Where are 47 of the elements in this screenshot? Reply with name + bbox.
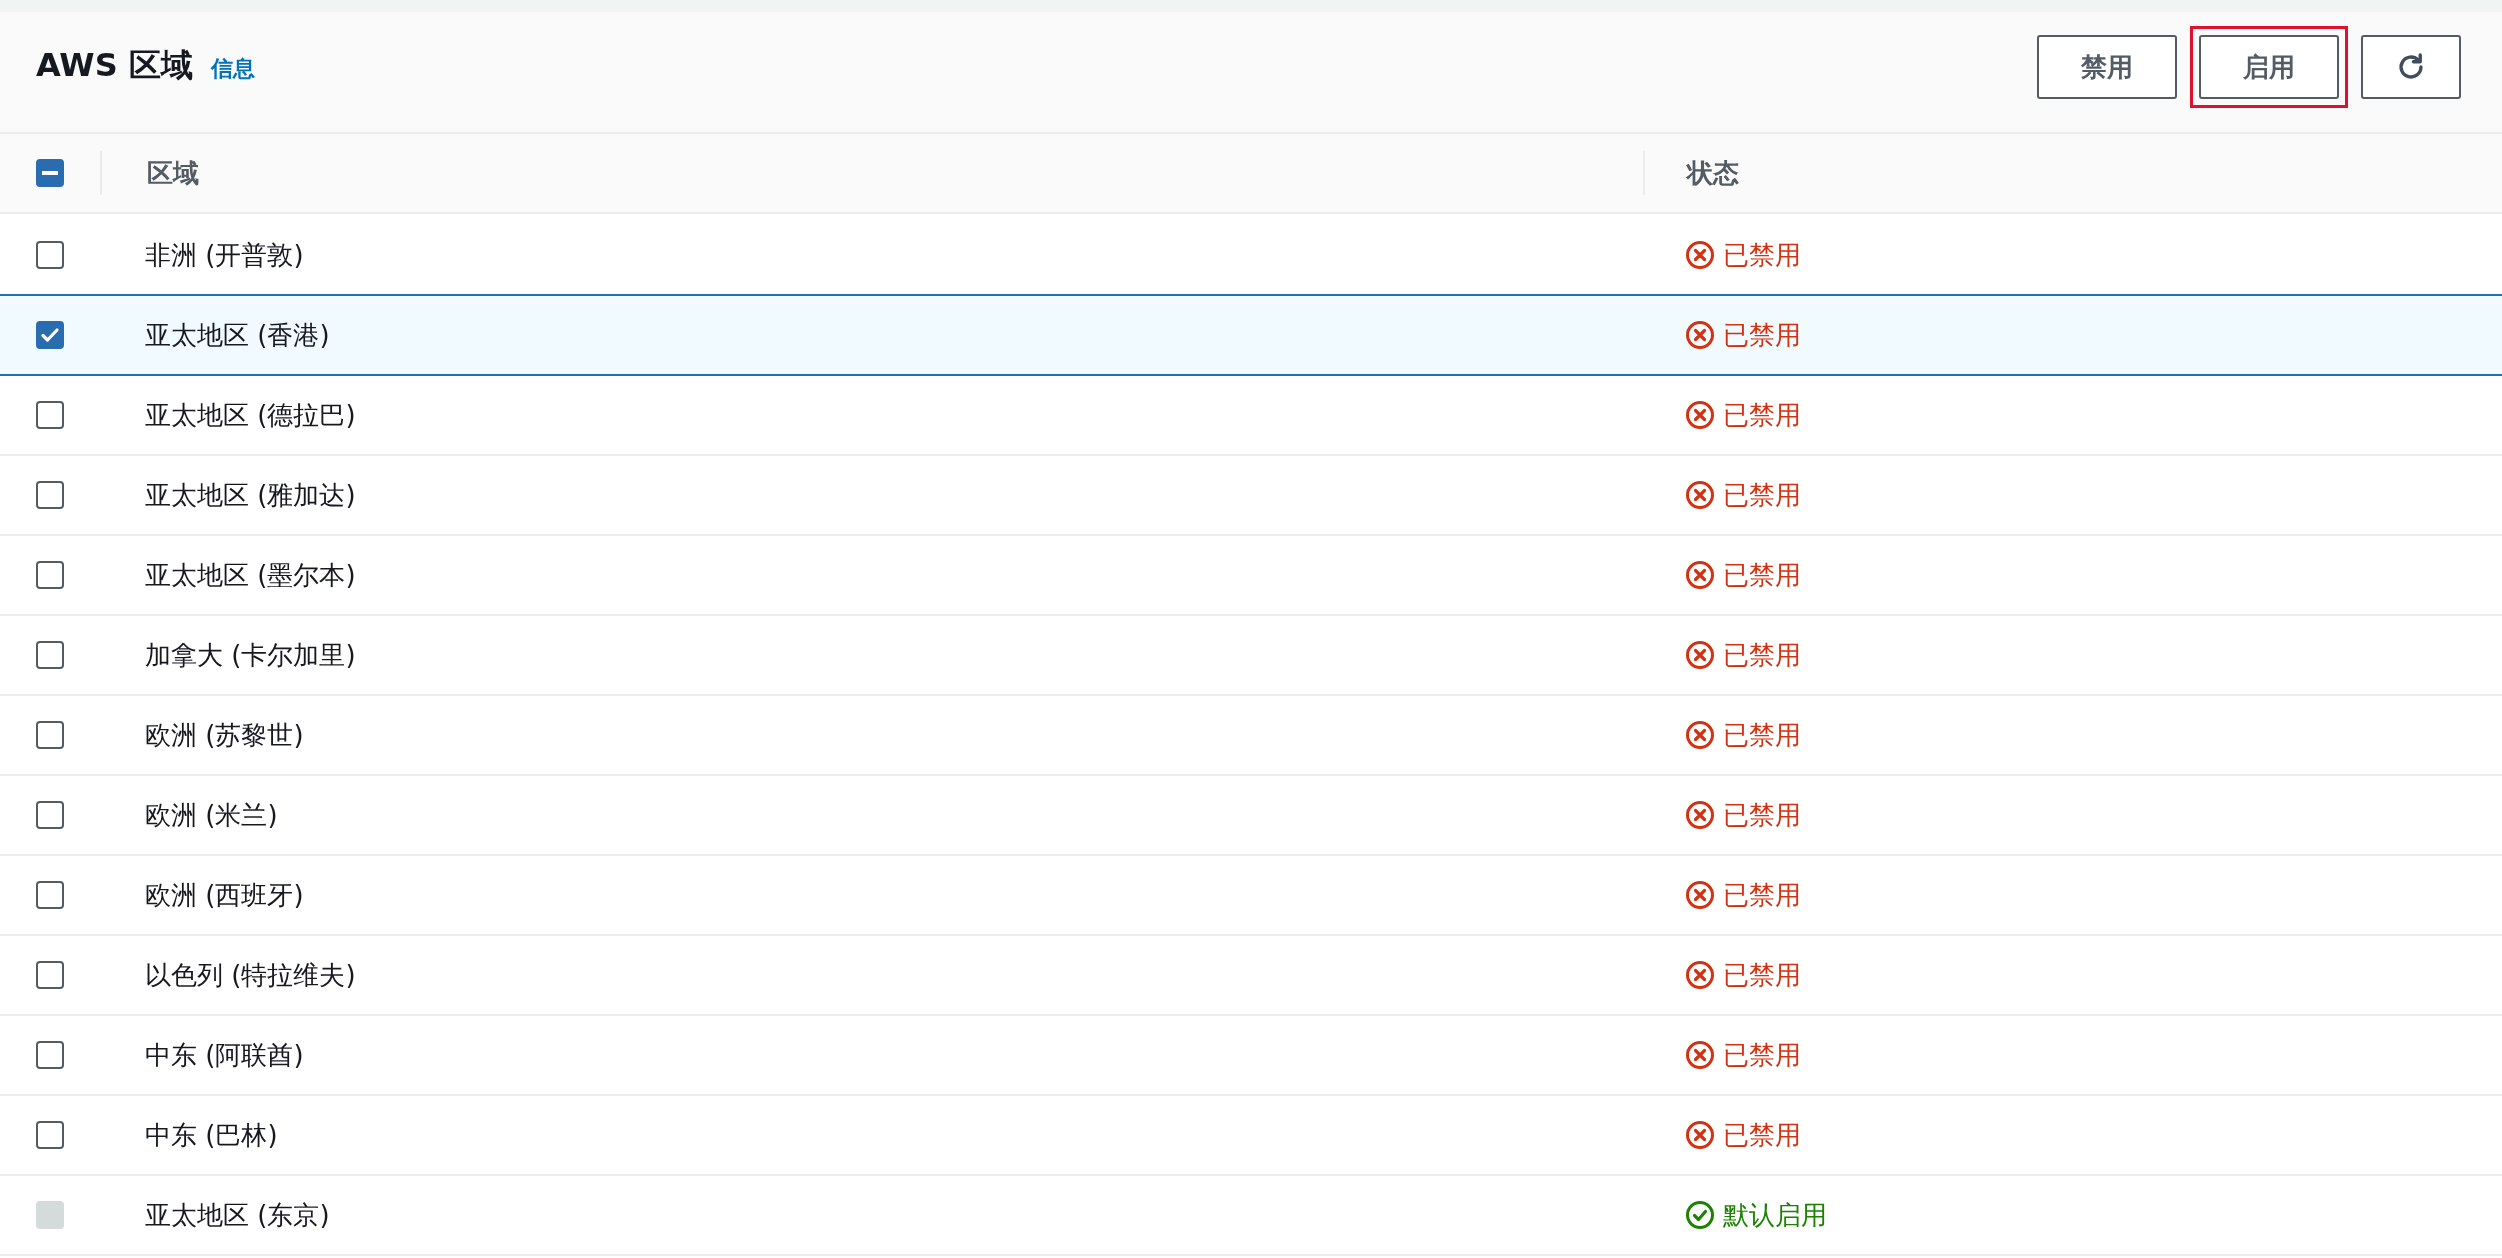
status-text: 已禁用 xyxy=(1723,398,1801,432)
refresh-button[interactable] xyxy=(2361,35,2461,99)
action-button[interactable]: 启用 xyxy=(2199,35,2339,99)
status-text: 已禁用 xyxy=(1723,558,1801,592)
region-name: 以色列 (特拉维夫) xyxy=(145,959,356,990)
row-checkbox[interactable] xyxy=(36,1121,64,1149)
action-button[interactable]: 禁用 xyxy=(2037,35,2177,99)
column-header[interactable]: 区域 xyxy=(147,155,199,191)
status-text: 已禁用 xyxy=(1723,958,1801,992)
status-text: 默认启用 xyxy=(1723,1198,1827,1232)
row-checkbox[interactable] xyxy=(36,481,64,509)
row-checkbox[interactable] xyxy=(36,881,64,909)
row-checkbox[interactable] xyxy=(36,401,64,429)
row-checkbox[interactable] xyxy=(36,321,64,349)
status-text: 已禁用 xyxy=(1723,1038,1801,1072)
region-name: 欧洲 (苏黎世) xyxy=(145,719,304,750)
region-name: 非洲 (开普敦) xyxy=(145,239,304,270)
region-name: 亚太地区 (雅加达) xyxy=(145,479,356,510)
region-name: 加拿大 (卡尔加里) xyxy=(145,639,356,670)
status-text: 已禁用 xyxy=(1723,238,1801,272)
status-text: 已禁用 xyxy=(1723,1118,1801,1152)
region-name: 亚太地区 (德拉巴) xyxy=(145,399,356,430)
row-checkbox[interactable] xyxy=(36,1041,64,1069)
row-checkbox[interactable] xyxy=(36,241,64,269)
status-text: 已禁用 xyxy=(1723,478,1801,512)
region-name: 欧洲 (西班牙) xyxy=(145,879,304,910)
region-name: 欧洲 (米兰) xyxy=(145,799,278,830)
row-checkbox[interactable] xyxy=(36,561,64,589)
page-title: AWS 区域 xyxy=(36,45,193,86)
status-text: 已禁用 xyxy=(1723,878,1801,912)
status-text: 已禁用 xyxy=(1723,718,1801,752)
region-name: 亚太地区 (香港) xyxy=(145,319,330,350)
select-all-checkbox[interactable] xyxy=(36,159,64,187)
region-name: 亚太地区 (墨尔本) xyxy=(145,559,356,590)
status-text: 已禁用 xyxy=(1723,318,1801,352)
region-name: 中东 (巴林) xyxy=(145,1119,278,1150)
status-text: 已禁用 xyxy=(1723,798,1801,832)
status-text: 已禁用 xyxy=(1723,638,1801,672)
region-name: 亚太地区 (东京) xyxy=(145,1199,330,1230)
row-checkbox[interactable] xyxy=(36,961,64,989)
row-checkbox[interactable] xyxy=(36,801,64,829)
row-checkbox[interactable] xyxy=(36,721,64,749)
info-link[interactable]: 信息 xyxy=(210,54,255,84)
column-header[interactable]: 状态 xyxy=(1687,155,1739,191)
row-checkbox[interactable] xyxy=(36,641,64,669)
selected-row[interactable]: 亚太地区 (香港) 已禁用 xyxy=(0,294,2502,376)
region-name: 中东 (阿联酋) xyxy=(145,1039,304,1070)
